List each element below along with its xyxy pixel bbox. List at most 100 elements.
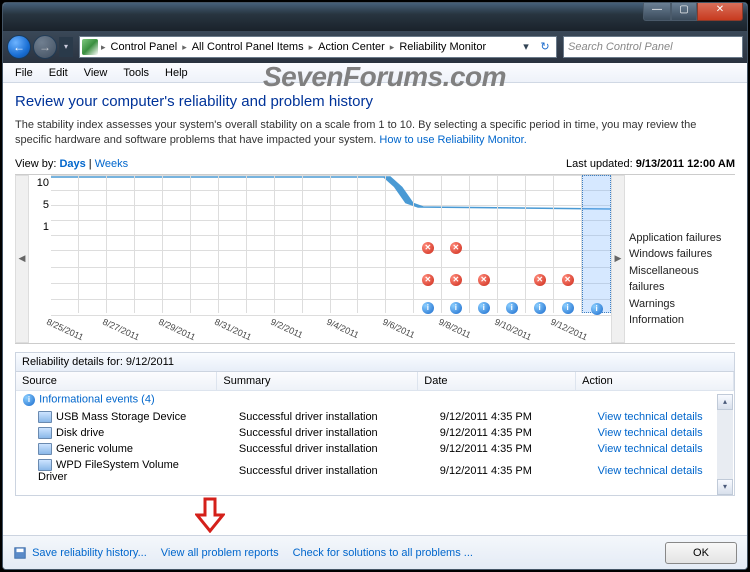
reliability-chart: ◀ 10 5 1 ✕✕i✕✕i✕ii✕i✕ii 8/25/20118/27/20… [15,174,735,344]
view-all-reports-link[interactable]: View all problem reports [161,547,279,559]
search-placeholder: Search Control Panel [568,41,673,53]
menu-tools[interactable]: Tools [115,65,157,81]
legend-item: Windows failures [629,246,731,263]
error-icon: ✕ [422,242,434,254]
nav-bar: ← → ▾ ▸ Control Panel ▸ All Control Pane… [3,31,747,63]
refresh-button[interactable]: ↻ [536,37,554,57]
scroll-up-button[interactable]: ▴ [717,394,733,410]
view-details-link[interactable]: View technical details [598,411,703,423]
info-icon: i [23,394,35,406]
chart-day-column[interactable] [303,175,331,313]
chart-main: 10 5 1 ✕✕i✕✕i✕ii✕i✕ii 8/25/20118/27/2011… [29,175,611,343]
viewby-days[interactable]: Days [59,158,85,170]
legend-item: Miscellaneous failures [629,263,731,296]
help-link[interactable]: How to use Reliability Monitor. [379,134,526,146]
legend-item: Information [629,312,731,329]
table-row[interactable]: WPD FileSystem Volume DriverSuccessful d… [16,457,734,485]
chart-day-column[interactable] [247,175,275,313]
close-button[interactable]: ✕ [697,3,743,21]
col-summary[interactable]: Summary [217,372,418,391]
table-row[interactable]: Disk driveSuccessful driver installation… [16,425,734,441]
menu-edit[interactable]: Edit [41,65,76,81]
crumb-all-items[interactable]: All Control Panel Items [188,37,308,57]
viewby-weeks[interactable]: Weeks [95,158,128,170]
viewby-label: View by: [15,158,56,170]
view-details-link[interactable]: View technical details [598,465,703,477]
chart-day-column[interactable] [358,175,386,313]
device-icon [38,427,52,439]
chart-day-column[interactable]: ✕i [526,175,554,313]
forward-button[interactable]: → [33,35,57,59]
chart-day-column[interactable] [191,175,219,313]
address-bar[interactable]: ▸ Control Panel ▸ All Control Panel Item… [79,36,557,58]
view-row: View by: Days | Weeks Last updated: 9/13… [15,158,735,170]
chart-scroll-left[interactable]: ◀ [15,175,29,343]
chart-day-column[interactable] [163,175,191,313]
menu-file[interactable]: File [7,65,41,81]
view-details-link[interactable]: View technical details [598,427,703,439]
save-history-link[interactable]: Save reliability history... [13,546,147,560]
ok-button[interactable]: OK [665,542,737,564]
col-source[interactable]: Source [16,372,217,391]
menu-view[interactable]: View [76,65,116,81]
minimize-button[interactable]: — [643,3,671,21]
chart-day-column[interactable] [107,175,135,313]
chart-day-column[interactable]: ✕✕i [414,175,442,313]
crumb-reliability-monitor[interactable]: Reliability Monitor [395,37,490,57]
crumb-action-center[interactable]: Action Center [314,37,389,57]
save-icon [13,546,27,560]
footer-bar: Save reliability history... View all pro… [3,535,747,569]
history-dropdown[interactable]: ▾ [59,37,73,57]
chart-day-column[interactable] [219,175,247,313]
maximize-button[interactable]: ▢ [671,3,697,21]
chart-day-column[interactable] [275,175,303,313]
content-area: Review your computer's reliability and p… [3,83,747,569]
device-icon [38,459,52,471]
menu-bar: File Edit View Tools Help [3,63,747,83]
menu-help[interactable]: Help [157,65,196,81]
chart-day-column[interactable] [51,175,79,313]
chart-day-column[interactable]: ✕✕i [442,175,470,313]
details-table: Source Summary Date Action i Information… [16,372,734,485]
annotation-arrow-icon [195,497,225,533]
page-description: The stability index assesses your system… [15,118,735,148]
table-scrollbar[interactable]: ▴ ▾ [717,394,733,495]
search-input[interactable]: Search Control Panel [563,36,743,58]
chart-day-column[interactable]: ✕i [554,175,582,313]
view-details-link[interactable]: View technical details [598,443,703,455]
chart-day-column[interactable] [79,175,107,313]
details-header: Reliability details for: 9/12/2011 [15,352,735,371]
chart-day-column[interactable] [135,175,163,313]
table-group-row[interactable]: i Informational events (4) [16,390,734,409]
scroll-down-button[interactable]: ▾ [717,479,733,495]
check-solutions-link[interactable]: Check for solutions to all problems ... [293,547,473,559]
page-title: Review your computer's reliability and p… [15,93,735,110]
chart-day-column[interactable]: i [582,175,611,313]
control-panel-icon [82,39,98,55]
error-icon: ✕ [534,274,546,286]
ytick: 10 [31,177,49,189]
legend-item: Warnings [629,296,731,313]
chart-day-column[interactable]: ✕i [470,175,498,313]
table-row[interactable]: Generic volumeSuccessful driver installa… [16,441,734,457]
col-date[interactable]: Date [418,372,576,391]
device-icon [38,443,52,455]
chart-day-column[interactable]: i [498,175,526,313]
window: SevenForums.com — ▢ ✕ ← → ▾ ▸ Control Pa… [2,2,748,570]
chart-scroll-right[interactable]: ▶ [611,175,625,343]
address-dropdown-button[interactable]: ▾ [517,37,535,57]
chart-columns: ✕✕i✕✕i✕ii✕i✕ii [51,175,611,313]
ytick: 5 [31,199,49,211]
error-icon: ✕ [450,274,462,286]
chart-day-column[interactable] [386,175,414,313]
col-action[interactable]: Action [576,372,734,391]
table-row[interactable]: USB Mass Storage DeviceSuccessful driver… [16,409,734,425]
chart-legend: Application failures Windows failures Mi… [625,175,735,343]
save-history-label: Save reliability history... [32,546,147,558]
back-button[interactable]: ← [7,35,31,59]
crumb-control-panel[interactable]: Control Panel [107,37,182,57]
chart-day-column[interactable] [331,175,359,313]
titlebar: — ▢ ✕ [3,3,747,31]
device-icon [38,411,52,423]
last-updated: Last updated: 9/13/2011 12:00 AM [566,158,735,170]
